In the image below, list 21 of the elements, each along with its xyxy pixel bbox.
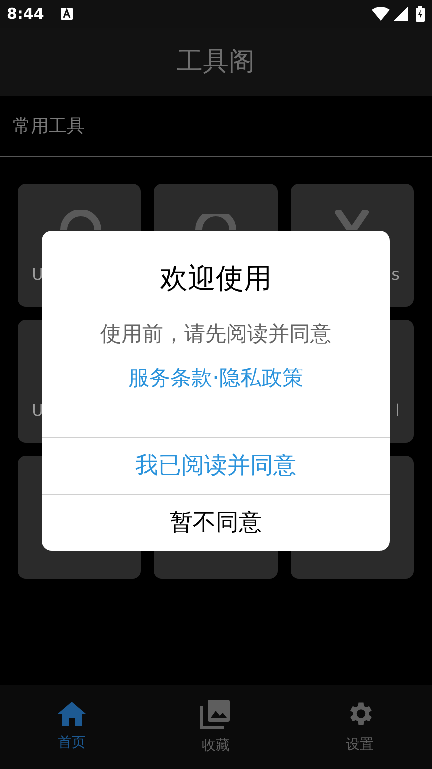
signal-icon: [394, 7, 408, 21]
undo-icon: [58, 210, 102, 230]
tile-label: s: [392, 264, 400, 286]
status-time: 8:44: [7, 4, 44, 25]
battery-icon: [416, 6, 425, 22]
section-title: 常用工具: [13, 114, 85, 138]
dialog-button[interactable]: 我已阅读并同意: [42, 437, 390, 494]
wifi-icon: [372, 7, 390, 21]
nav-tab[interactable]: 首页: [0, 685, 144, 769]
dialog-message: 使用前，请先阅读并同意: [100, 321, 332, 348]
home-icon: [57, 700, 87, 726]
terms-link[interactable]: 服务条款·隐私政策: [128, 363, 304, 393]
dialog-title: 欢迎使用: [160, 261, 272, 297]
cross-icon: [335, 210, 370, 230]
nav-tab[interactable]: 设置: [288, 685, 432, 769]
notification-icon: [61, 8, 74, 20]
nav-tab[interactable]: 收藏: [144, 685, 288, 769]
app-title: 工具阁: [177, 46, 255, 78]
dialog-button[interactable]: 暂不同意: [42, 494, 390, 551]
gallery-icon: [200, 698, 232, 730]
tile-label: l: [396, 400, 400, 422]
